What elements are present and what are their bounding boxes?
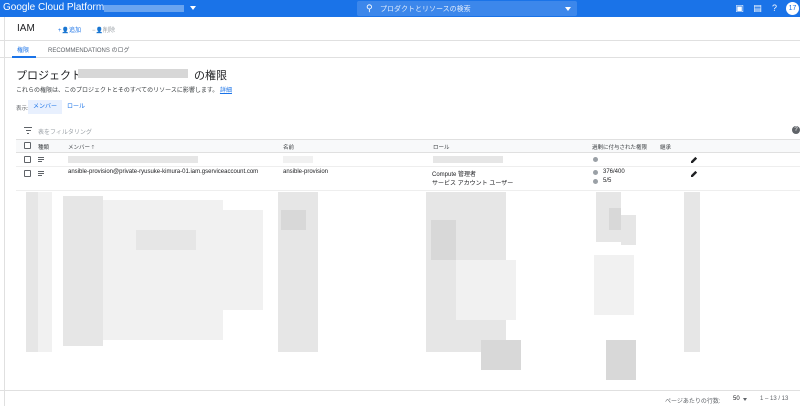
tab-permissions[interactable]: 権限 <box>17 45 29 54</box>
chevron-down-icon <box>565 7 571 11</box>
table-row[interactable] <box>16 153 800 167</box>
add-person-icon: +👤 <box>58 28 69 34</box>
table-row[interactable]: ansible-provision@private-ryusuke-kimura… <box>16 167 800 191</box>
excess-permissions-compute: 376/400 <box>603 169 625 175</box>
remove-person-icon: −👤 <box>92 28 103 34</box>
page-heading-prefix: プロジェクト <box>16 70 82 82</box>
view-by-role-button[interactable]: ロール <box>62 100 90 114</box>
column-help-icon[interactable]: ? <box>792 126 800 134</box>
lightbulb-icon <box>593 179 598 184</box>
avatar[interactable]: 17 <box>786 2 799 15</box>
description-text: これらの権限は、このプロジェクトとそのすべてのリソースに影響します。 <box>16 88 219 94</box>
pagination-footer: ページあたりの行数: 50 1 – 13 / 13 <box>0 390 800 406</box>
edit-icon[interactable] <box>691 156 698 163</box>
service-account-icon <box>38 171 44 176</box>
active-tab-indicator <box>12 56 36 58</box>
search-box[interactable]: ⚲ プロダクトとリソースの検索 <box>357 1 577 16</box>
column-member-label: メンバー <box>68 145 91 151</box>
details-link[interactable]: 詳細 <box>220 88 232 94</box>
column-role: ロール <box>433 145 450 151</box>
row-checkbox[interactable] <box>24 170 31 177</box>
lightbulb-icon <box>593 170 598 175</box>
description: これらの権限は、このプロジェクトとそのすべてのリソースに影響します。 詳細 <box>16 85 232 94</box>
column-inheritance: 継承 <box>660 145 672 151</box>
excess-permissions-sa-user: 5/5 <box>603 178 612 184</box>
column-excess-permissions: 過剰に付与された権限 <box>592 145 648 151</box>
table-header: 種類 メンバー 🡑 名前 ロール 過剰に付与された権限 継承 <box>16 140 800 153</box>
filter-bar[interactable]: 表をフィルタリング <box>16 122 800 140</box>
left-divider <box>4 17 5 406</box>
role-compute-admin: Compute 管理者 <box>432 172 477 178</box>
account-icon <box>38 157 44 162</box>
sort-ascending-icon: 🡑 <box>91 145 95 151</box>
gift-icon[interactable]: ▣ <box>734 3 745 14</box>
role-redacted <box>433 156 503 163</box>
filter-icon <box>24 127 32 134</box>
remove-button[interactable]: −👤削除 <box>92 25 115 34</box>
chevron-down-icon <box>743 398 747 401</box>
remove-label: 削除 <box>102 28 115 34</box>
tab-recommendations-log[interactable]: RECOMMENDATIONS のログ <box>48 45 130 54</box>
column-name: 名前 <box>283 145 295 151</box>
project-picker[interactable] <box>100 3 196 14</box>
pagination-range: 1 – 13 / 13 <box>760 396 789 402</box>
lightbulb-icon <box>593 157 598 162</box>
chevron-down-icon <box>190 6 196 10</box>
add-button[interactable]: +👤追加 <box>58 25 81 34</box>
page-heading-suffix: の権限 <box>194 70 227 82</box>
project-id-redacted <box>78 69 188 78</box>
column-type: 種類 <box>38 145 50 151</box>
top-bar: Google Cloud Platform ⚲ プロダクトとリソースの検索 ▣ … <box>0 0 800 17</box>
search-placeholder: プロダクトとリソースの検索 <box>380 6 471 13</box>
help-icon[interactable]: ? <box>769 3 780 14</box>
app-title[interactable]: Google Cloud Platform <box>3 2 104 13</box>
members-table: 種類 メンバー 🡑 名前 ロール 過剰に付与された権限 継承 ansible-p… <box>16 140 800 390</box>
search-icon: ⚲ <box>366 3 373 13</box>
role-service-account-user: サービス アカウント ユーザー <box>432 181 514 187</box>
name-redacted <box>283 156 313 163</box>
select-all-checkbox[interactable] <box>24 142 31 149</box>
view-label: 表示: <box>16 106 29 112</box>
member-name: ansible-provision <box>283 169 329 175</box>
member-redacted <box>68 156 198 163</box>
page-header: IAM +👤追加 −👤削除 <box>0 17 800 41</box>
rows-per-page-label: ページあたりの行数: <box>665 399 721 405</box>
row-checkbox[interactable] <box>24 156 31 163</box>
member-email: ansible-provision@private-ryusuke-kimura… <box>68 169 259 175</box>
column-member[interactable]: メンバー 🡑 <box>68 143 94 153</box>
project-name-redacted <box>104 5 184 12</box>
page-title: IAM <box>17 23 35 34</box>
cloud-shell-icon[interactable]: ▤ <box>752 3 763 14</box>
add-label: 追加 <box>68 28 81 34</box>
rows-per-page-select[interactable]: 50 <box>733 396 740 402</box>
edit-icon[interactable] <box>691 170 698 177</box>
view-by-member-button[interactable]: メンバー <box>28 100 63 114</box>
filter-input[interactable]: 表をフィルタリング <box>38 127 92 136</box>
tab-bar: 権限 RECOMMENDATIONS のログ <box>0 41 800 58</box>
